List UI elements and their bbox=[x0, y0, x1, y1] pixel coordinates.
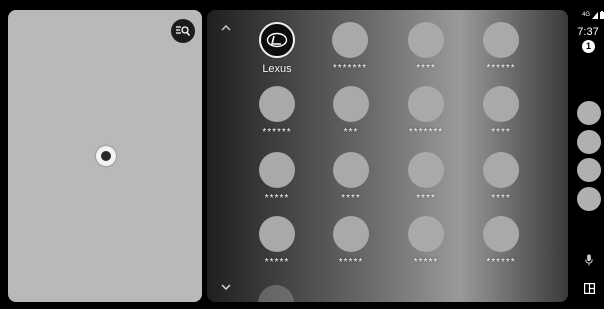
app-tile[interactable]: ******* bbox=[388, 86, 464, 148]
battery-icon bbox=[600, 11, 604, 19]
app-tile[interactable]: ****** bbox=[463, 216, 539, 278]
current-location-icon bbox=[96, 146, 116, 166]
app-icon bbox=[483, 86, 519, 122]
app-label: ****** bbox=[262, 127, 292, 138]
app-label: **** bbox=[341, 193, 361, 204]
app-icon bbox=[259, 216, 295, 252]
app-icon bbox=[333, 216, 369, 252]
rail-shortcut-button[interactable] bbox=[577, 187, 601, 211]
app-label: Lexus bbox=[262, 63, 292, 75]
lexus-logo-icon bbox=[259, 22, 295, 58]
app-icon bbox=[259, 152, 295, 188]
microphone-icon bbox=[585, 254, 593, 266]
signal-icon bbox=[592, 11, 599, 19]
app-label: **** bbox=[416, 63, 436, 74]
chevron-down-icon bbox=[221, 284, 231, 290]
app-tile[interactable]: **** bbox=[313, 152, 389, 214]
app-icon bbox=[408, 86, 444, 122]
app-label: **** bbox=[491, 193, 511, 204]
app-icon bbox=[408, 152, 444, 188]
app-icon bbox=[408, 216, 444, 252]
app-label: **** bbox=[491, 127, 511, 138]
app-tile[interactable]: ***** bbox=[239, 152, 315, 214]
app-tile[interactable]: **** bbox=[463, 152, 539, 214]
rail-shortcut-button[interactable] bbox=[577, 158, 601, 182]
map-panel[interactable] bbox=[8, 10, 202, 302]
app-label: ******* bbox=[408, 127, 444, 138]
rail-shortcut-button[interactable] bbox=[577, 101, 601, 125]
app-grid-icon bbox=[583, 282, 595, 294]
notification-badge[interactable]: 1 bbox=[582, 40, 595, 53]
chevron-up-icon bbox=[221, 24, 231, 30]
microphone-button[interactable] bbox=[580, 251, 598, 269]
app-tile[interactable]: **** bbox=[463, 86, 539, 148]
app-lexus[interactable]: Lexus bbox=[239, 22, 315, 84]
app-label: ****** bbox=[486, 257, 516, 268]
app-grid-button[interactable] bbox=[580, 279, 598, 297]
app-label: ****** bbox=[486, 63, 516, 74]
app-label: ***** bbox=[338, 257, 364, 268]
scroll-up-button[interactable] bbox=[219, 20, 233, 34]
system-rail: 4G 7:37 1 bbox=[572, 0, 604, 309]
app-label: ***** bbox=[264, 193, 290, 204]
app-label: *** bbox=[343, 127, 359, 138]
app-tile[interactable]: ****** bbox=[239, 86, 315, 148]
status-icons: 4G bbox=[582, 11, 604, 19]
app-tile[interactable]: ****** bbox=[463, 22, 539, 84]
app-tile[interactable]: ***** bbox=[313, 216, 389, 278]
app-label: ***** bbox=[413, 257, 439, 268]
app-icon bbox=[333, 152, 369, 188]
app-tile[interactable]: ******* bbox=[312, 22, 388, 84]
app-tile[interactable]: *** bbox=[313, 86, 389, 148]
app-tile[interactable]: ***** bbox=[388, 216, 464, 278]
app-label: **** bbox=[416, 193, 436, 204]
app-icon bbox=[259, 86, 295, 122]
app-icon bbox=[483, 22, 519, 58]
app-tile[interactable]: ***** bbox=[239, 216, 315, 278]
app-icon bbox=[332, 22, 368, 58]
app-launcher-panel: Lexus ******* **** ****** ****** *** ***… bbox=[207, 10, 568, 302]
clock: 7:37 bbox=[577, 26, 599, 38]
app-icon bbox=[333, 86, 369, 122]
app-icon bbox=[408, 22, 444, 58]
app-tile[interactable]: **** bbox=[388, 152, 464, 214]
app-label: ***** bbox=[264, 257, 290, 268]
scroll-down-button[interactable] bbox=[219, 280, 233, 294]
app-icon-partial bbox=[258, 285, 294, 302]
app-icon bbox=[483, 216, 519, 252]
app-icon bbox=[483, 152, 519, 188]
search-list-button[interactable] bbox=[171, 19, 195, 43]
search-list-icon bbox=[176, 26, 190, 36]
app-tile[interactable]: **** bbox=[388, 22, 464, 84]
rail-shortcut-button[interactable] bbox=[577, 130, 601, 154]
app-label: ******* bbox=[332, 63, 368, 74]
signal-label: 4G bbox=[582, 12, 591, 18]
